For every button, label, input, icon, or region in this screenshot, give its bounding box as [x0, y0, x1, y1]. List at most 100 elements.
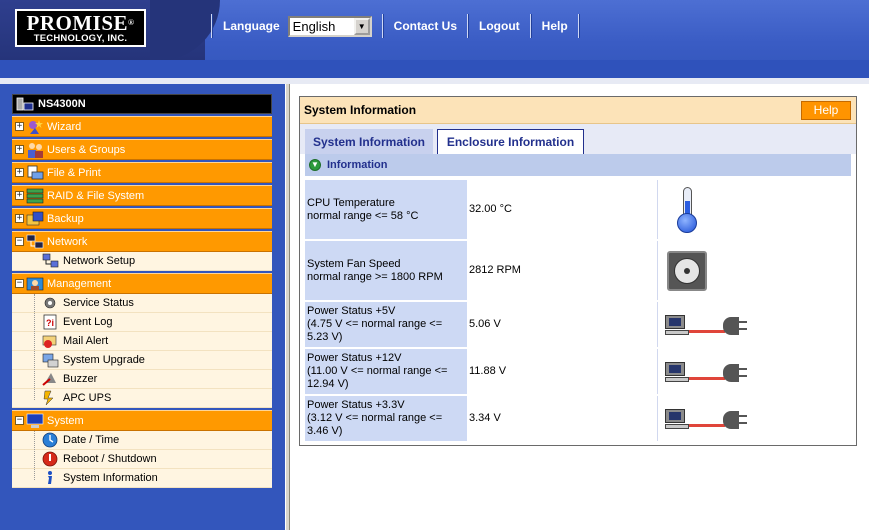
- network-icon: [26, 234, 44, 248]
- row-label-range: normal range >= 1800 RPM: [307, 270, 443, 283]
- row-label: Power Status +5V (4.75 V <= normal range …: [305, 302, 467, 347]
- tree-item-apc-ups[interactable]: APC UPS: [12, 389, 272, 408]
- table-row-cpu-temperature: CPU Temperature normal range <= 58 °C 32.…: [305, 180, 851, 239]
- tree-node-raid-file-system[interactable]: + RAID & File System: [12, 185, 272, 206]
- collapse-section-icon[interactable]: ▼: [309, 159, 321, 171]
- row-label-title: CPU Temperature: [307, 196, 395, 209]
- tree-node-network[interactable]: − Network: [12, 231, 272, 252]
- tree-node-users-groups[interactable]: + Users & Groups: [12, 139, 272, 160]
- expand-plus-icon[interactable]: +: [15, 122, 24, 131]
- row-value: 3.34 V: [467, 396, 658, 441]
- management-children: Service Status ?i Event Log Mail Alert S…: [12, 294, 272, 408]
- expand-plus-icon[interactable]: +: [15, 214, 24, 223]
- tree-item-network-setup[interactable]: Network Setup: [12, 252, 272, 271]
- tree-item-event-log[interactable]: ?i Event Log: [12, 313, 272, 332]
- tree-node-wizard[interactable]: + Wizard: [12, 116, 272, 137]
- collapse-minus-icon[interactable]: −: [15, 279, 24, 288]
- tree-item-date-time[interactable]: Date / Time: [12, 431, 272, 450]
- row-icon-cell: [658, 349, 851, 394]
- info-icon: [48, 471, 52, 484]
- help-button[interactable]: Help: [801, 101, 851, 120]
- promise-logo: PROMISE® TECHNOLOGY, INC.: [15, 9, 146, 47]
- tree-item-label: APC UPS: [63, 392, 112, 404]
- tree-item-system-upgrade[interactable]: System Upgrade: [12, 351, 272, 370]
- tree-node-label: Management: [47, 277, 112, 290]
- row-icon-cell: [658, 241, 851, 300]
- clock-icon: [42, 432, 58, 448]
- row-label-title: System Fan Speed: [307, 257, 401, 270]
- tree-item-reboot-shutdown[interactable]: Reboot / Shutdown: [12, 450, 272, 469]
- network-children: Network Setup: [12, 252, 272, 271]
- tree-item-buzzer[interactable]: Buzzer: [12, 370, 272, 389]
- help-link[interactable]: Help: [538, 19, 572, 33]
- expand-plus-icon[interactable]: +: [15, 168, 24, 177]
- tree-node-label: Wizard: [47, 120, 82, 133]
- contact-us-link[interactable]: Contact Us: [390, 19, 461, 33]
- tree-item-label: Network Setup: [63, 255, 136, 267]
- collapse-minus-icon[interactable]: −: [15, 237, 24, 246]
- system-information-frame: System Information Help System Informati…: [299, 96, 857, 446]
- tree-node-label: Users & Groups: [47, 143, 126, 156]
- tree-node-label: Backup: [47, 212, 84, 225]
- tree-node-label: RAID & File System: [47, 189, 145, 202]
- language-select[interactable]: English ▼: [287, 15, 372, 37]
- tree-item-service-status[interactable]: Service Status: [12, 294, 272, 313]
- information-section-header[interactable]: ▼ Information: [305, 154, 851, 176]
- expand-plus-icon[interactable]: +: [15, 191, 24, 200]
- row-label-title: Power Status +12V: [307, 352, 402, 364]
- row-label: Power Status +12V (11.00 V <= normal rang…: [305, 349, 467, 394]
- header-lower-band: [0, 60, 869, 78]
- row-label-range: (4.75 V <= normal range <= 5.23 V): [307, 318, 443, 343]
- system-upgrade-icon: [42, 353, 59, 368]
- event-log-icon: ?i: [43, 314, 57, 330]
- row-value: 2812 RPM: [467, 241, 658, 300]
- chevron-down-icon[interactable]: ▼: [353, 17, 370, 35]
- tree-node-system[interactable]: − System: [12, 410, 272, 431]
- language-select-value: English: [292, 18, 336, 34]
- content-panel: System Information Help System Informati…: [290, 84, 869, 530]
- nav-separator: [529, 14, 532, 38]
- gear-icon: [44, 297, 56, 309]
- server-icon: [16, 97, 34, 111]
- top-header: PROMISE® TECHNOLOGY, INC. Language Engli…: [0, 0, 869, 78]
- row-label: System Fan Speed normal range >= 1800 RPM: [305, 241, 467, 300]
- users-icon: [28, 142, 43, 158]
- tree-item-label: Reboot / Shutdown: [63, 453, 157, 465]
- management-icon: [26, 277, 44, 290]
- tree-item-system-information[interactable]: System Information: [12, 469, 272, 488]
- nav-separator: [211, 14, 213, 38]
- top-nav: Language English ▼ Contact Us Logout Hel…: [205, 13, 586, 39]
- tree-node-file-print[interactable]: + File & Print: [12, 162, 272, 183]
- language-label: Language: [223, 19, 280, 33]
- mail-alert-icon: [42, 335, 57, 348]
- collapse-minus-icon[interactable]: −: [15, 416, 24, 425]
- section-title: Information: [327, 159, 388, 171]
- row-label: Power Status +3.3V (3.12 V <= normal rang…: [305, 396, 467, 441]
- expand-plus-icon[interactable]: +: [15, 145, 24, 154]
- navigation-tree: NS4300N + Wizard + Users & Groups + File…: [12, 94, 272, 488]
- tree-item-label: System Information: [63, 472, 158, 484]
- page-title: System Information: [304, 103, 417, 117]
- row-label-range: (11.00 V <= normal range <= 12.94 V): [307, 365, 448, 390]
- tab-enclosure-information[interactable]: Enclosure Information: [437, 129, 584, 155]
- power-icon: [665, 406, 747, 432]
- tab-system-information[interactable]: System Information: [305, 129, 433, 155]
- tree-guide-line: [34, 294, 35, 400]
- fan-icon: [667, 250, 707, 291]
- table-row-fan-speed: System Fan Speed normal range >= 1800 RPM…: [305, 241, 851, 300]
- tree-root[interactable]: NS4300N: [12, 94, 272, 114]
- enclosure-table: CPU Temperature normal range <= 58 °C 32.…: [305, 178, 851, 443]
- nav-separator: [577, 14, 580, 38]
- row-label-title: Power Status +3.3V: [307, 399, 405, 411]
- logout-link[interactable]: Logout: [475, 19, 524, 33]
- nav-separator: [381, 14, 384, 38]
- tree-item-label: Buzzer: [63, 373, 98, 385]
- tree-node-management[interactable]: − Management: [12, 273, 272, 294]
- tree-node-backup[interactable]: + Backup: [12, 208, 272, 229]
- tree-item-label: System Upgrade: [63, 354, 145, 366]
- tree-item-mail-alert[interactable]: Mail Alert: [12, 332, 272, 351]
- thermometer-icon: [673, 186, 703, 233]
- row-value: 5.06 V: [467, 302, 658, 347]
- tree-node-label: System: [47, 414, 84, 427]
- row-icon-cell: [658, 302, 851, 347]
